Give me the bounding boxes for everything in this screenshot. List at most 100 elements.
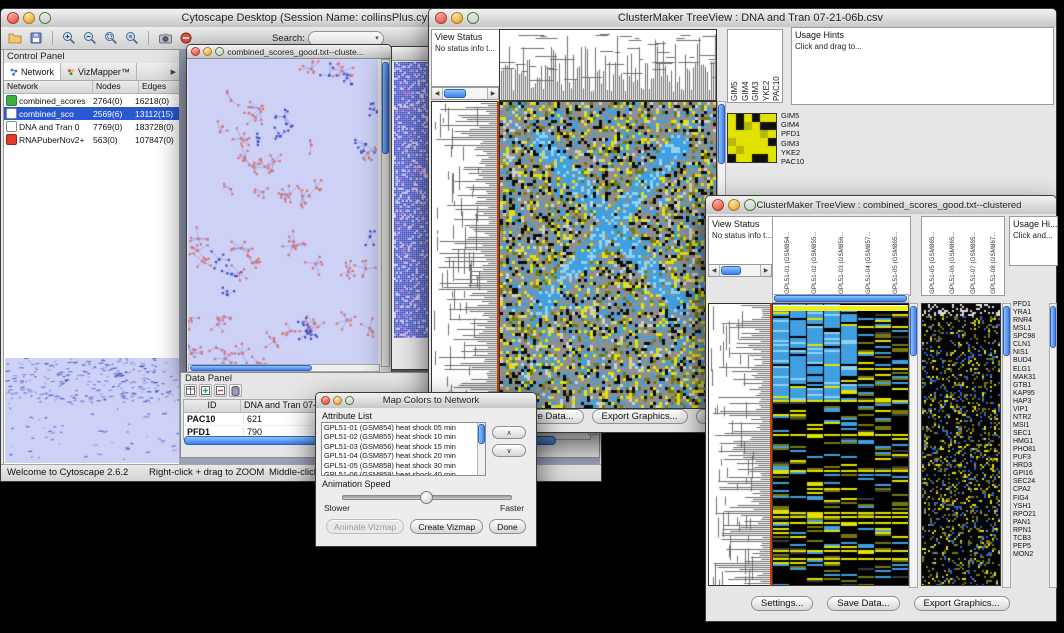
save-data-button[interactable]: Save Data... — [827, 596, 899, 611]
network-window-titlebar[interactable]: combined_scores_good.txt--cluste... — [187, 45, 391, 59]
zoom-button[interactable] — [345, 396, 354, 405]
zoom-button[interactable] — [744, 199, 756, 211]
attribute-list-item[interactable]: GPL51-02 (GSM855) heat shock 10 min — [322, 432, 485, 441]
zoom-fit-icon[interactable] — [123, 30, 141, 47]
tab-vizmapper[interactable]: VizMapper™ — [61, 63, 137, 80]
column-header[interactable]: Edges — [139, 81, 180, 93]
gene-label: PEP5 — [1013, 543, 1047, 551]
dense-network-canvas[interactable] — [394, 62, 428, 338]
minimize-button[interactable] — [23, 12, 35, 24]
open-session-button[interactable] — [6, 30, 24, 47]
delete-attribute-icon[interactable] — [214, 384, 227, 397]
create-vizmap-button[interactable]: Create Vizmap — [410, 519, 483, 534]
view-status-panel: View Status No status info t... — [431, 29, 503, 87]
animate-vizmap-button[interactable]: Animate Vizmap — [326, 519, 404, 534]
horizontal-scrollbar[interactable] — [772, 294, 909, 303]
minimize-button[interactable] — [203, 47, 212, 56]
scrollbar-thumb[interactable] — [190, 365, 312, 371]
array-column-label: GPL51-05 (GSM865... — [892, 218, 899, 294]
scrollbar-thumb[interactable] — [1003, 306, 1010, 356]
export-graphics-button[interactable]: Export Graphics... — [914, 596, 1010, 611]
close-button[interactable] — [712, 199, 724, 211]
scrollbar-track[interactable] — [443, 88, 487, 99]
scroll-right-icon[interactable]: ▶ — [760, 265, 771, 276]
network-list-row[interactable]: combined_scores 2764(0) 16218(0) — [4, 94, 180, 107]
network-list-row[interactable]: DNA and Tran 0 7769(0) 183728(0) — [4, 120, 180, 133]
scrollbar-thumb[interactable] — [1050, 306, 1056, 348]
network-list-row[interactable]: RNAPuberNov2+ 563(0) 107847(0) — [4, 133, 180, 146]
row-dendrogram[interactable] — [708, 303, 771, 586]
minimize-button[interactable] — [728, 199, 740, 211]
network-overview-thumbnail[interactable] — [5, 358, 179, 463]
vertical-scrollbar[interactable] — [909, 303, 918, 588]
window-titlebar[interactable] — [392, 47, 431, 61]
horizontal-scrollbar[interactable] — [188, 364, 380, 372]
zoom-in-icon[interactable] — [60, 30, 78, 47]
minimize-button[interactable] — [333, 396, 342, 405]
zoom-button[interactable] — [467, 12, 479, 24]
scrollbar-thumb[interactable] — [721, 266, 741, 275]
attribute-list-item[interactable]: GPL51-03 (GSM856) heat shock 15 min — [322, 442, 485, 451]
move-up-button[interactable]: ∧ — [492, 426, 526, 439]
scrollbar-thumb[interactable] — [718, 104, 725, 164]
attribute-database-icon[interactable] — [229, 384, 242, 397]
column-header[interactable]: Nodes — [93, 81, 139, 93]
search-label: Search: — [272, 33, 305, 44]
scroll-left-icon[interactable]: ◀ — [432, 88, 443, 99]
network-list-row-selected[interactable]: combined_sco 2569(6) 13112(15) — [4, 107, 180, 120]
attribute-list[interactable]: GPL51-01 (GSM854) heat shock 05 minGPL51… — [321, 422, 486, 476]
tab-network[interactable]: Network — [4, 63, 61, 80]
similarity-matrix[interactable] — [727, 113, 777, 163]
list-scrollbar[interactable] — [477, 423, 485, 475]
vertical-scrollbar[interactable] — [1049, 303, 1057, 588]
network-graph-canvas[interactable] — [188, 59, 378, 365]
network-edges: 183728(0) — [135, 122, 180, 132]
done-button[interactable]: Done — [489, 519, 526, 534]
close-button[interactable] — [321, 396, 330, 405]
expression-heatmap[interactable] — [772, 303, 909, 586]
expression-heatmap[interactable] — [499, 101, 717, 409]
minimize-button[interactable] — [451, 12, 463, 24]
vertical-scrollbar[interactable] — [381, 59, 390, 367]
attribute-list-item[interactable]: GPL51-06 (GSM859) heat shock 40 min — [322, 470, 485, 476]
create-attribute-icon[interactable] — [199, 384, 212, 397]
secondary-heatmap[interactable] — [921, 303, 1001, 586]
scrollbar-thumb[interactable] — [444, 89, 466, 98]
zoom-out-icon[interactable] — [81, 30, 99, 47]
scroll-right-icon[interactable]: ▶ — [487, 88, 498, 99]
close-button[interactable] — [7, 12, 19, 24]
move-down-button[interactable]: ∨ — [492, 444, 526, 457]
close-button[interactable] — [435, 12, 447, 24]
attribute-list-item[interactable]: GPL51-05 (GSM858) heat shock 30 min — [322, 461, 485, 470]
id-column-header[interactable]: ID — [184, 400, 241, 412]
scrollbar-thumb[interactable] — [910, 306, 917, 356]
column-header[interactable]: Network — [4, 81, 93, 93]
save-session-button[interactable] — [27, 30, 45, 47]
column-dendrogram[interactable] — [499, 29, 717, 101]
zoom-button[interactable] — [39, 12, 51, 24]
scrollbar-track[interactable] — [720, 265, 760, 276]
mini-horizontal-scrollbar[interactable]: ◀ ▶ — [431, 87, 499, 100]
attribute-list-item[interactable]: GPL51-04 (GSM857) heat shock 20 min — [322, 451, 485, 460]
slider-thumb[interactable] — [420, 491, 433, 504]
row-dendrogram[interactable] — [431, 101, 498, 409]
snapshot-icon[interactable] — [156, 30, 174, 47]
treeview-titlebar[interactable]: ClusterMaker TreeView : combined_scores_… — [706, 196, 1056, 215]
attribute-list-item[interactable]: GPL51-01 (GSM854) heat shock 05 min — [322, 423, 485, 432]
export-graphics-button[interactable]: Export Graphics... — [592, 409, 688, 424]
treeview-titlebar[interactable]: ClusterMaker TreeView : DNA and Tran 07-… — [429, 9, 1056, 28]
settings-button[interactable]: Settings... — [751, 596, 813, 611]
vertical-scrollbar[interactable] — [1002, 303, 1011, 588]
tab-overflow-button[interactable]: ▶ — [167, 63, 180, 80]
zoom-selected-icon[interactable] — [102, 30, 120, 47]
speed-slider[interactable] — [342, 495, 512, 500]
scrollbar-thumb[interactable] — [774, 295, 907, 302]
scrollbar-thumb[interactable] — [478, 424, 485, 444]
select-attributes-icon[interactable] — [184, 384, 197, 397]
dialog-titlebar[interactable]: Map Colors to Network — [316, 393, 536, 409]
close-button[interactable] — [191, 47, 200, 56]
mini-horizontal-scrollbar[interactable]: ◀ ▶ — [708, 264, 772, 277]
scrollbar-thumb[interactable] — [382, 62, 389, 154]
zoom-button[interactable] — [215, 47, 224, 56]
scroll-left-icon[interactable]: ◀ — [709, 265, 720, 276]
